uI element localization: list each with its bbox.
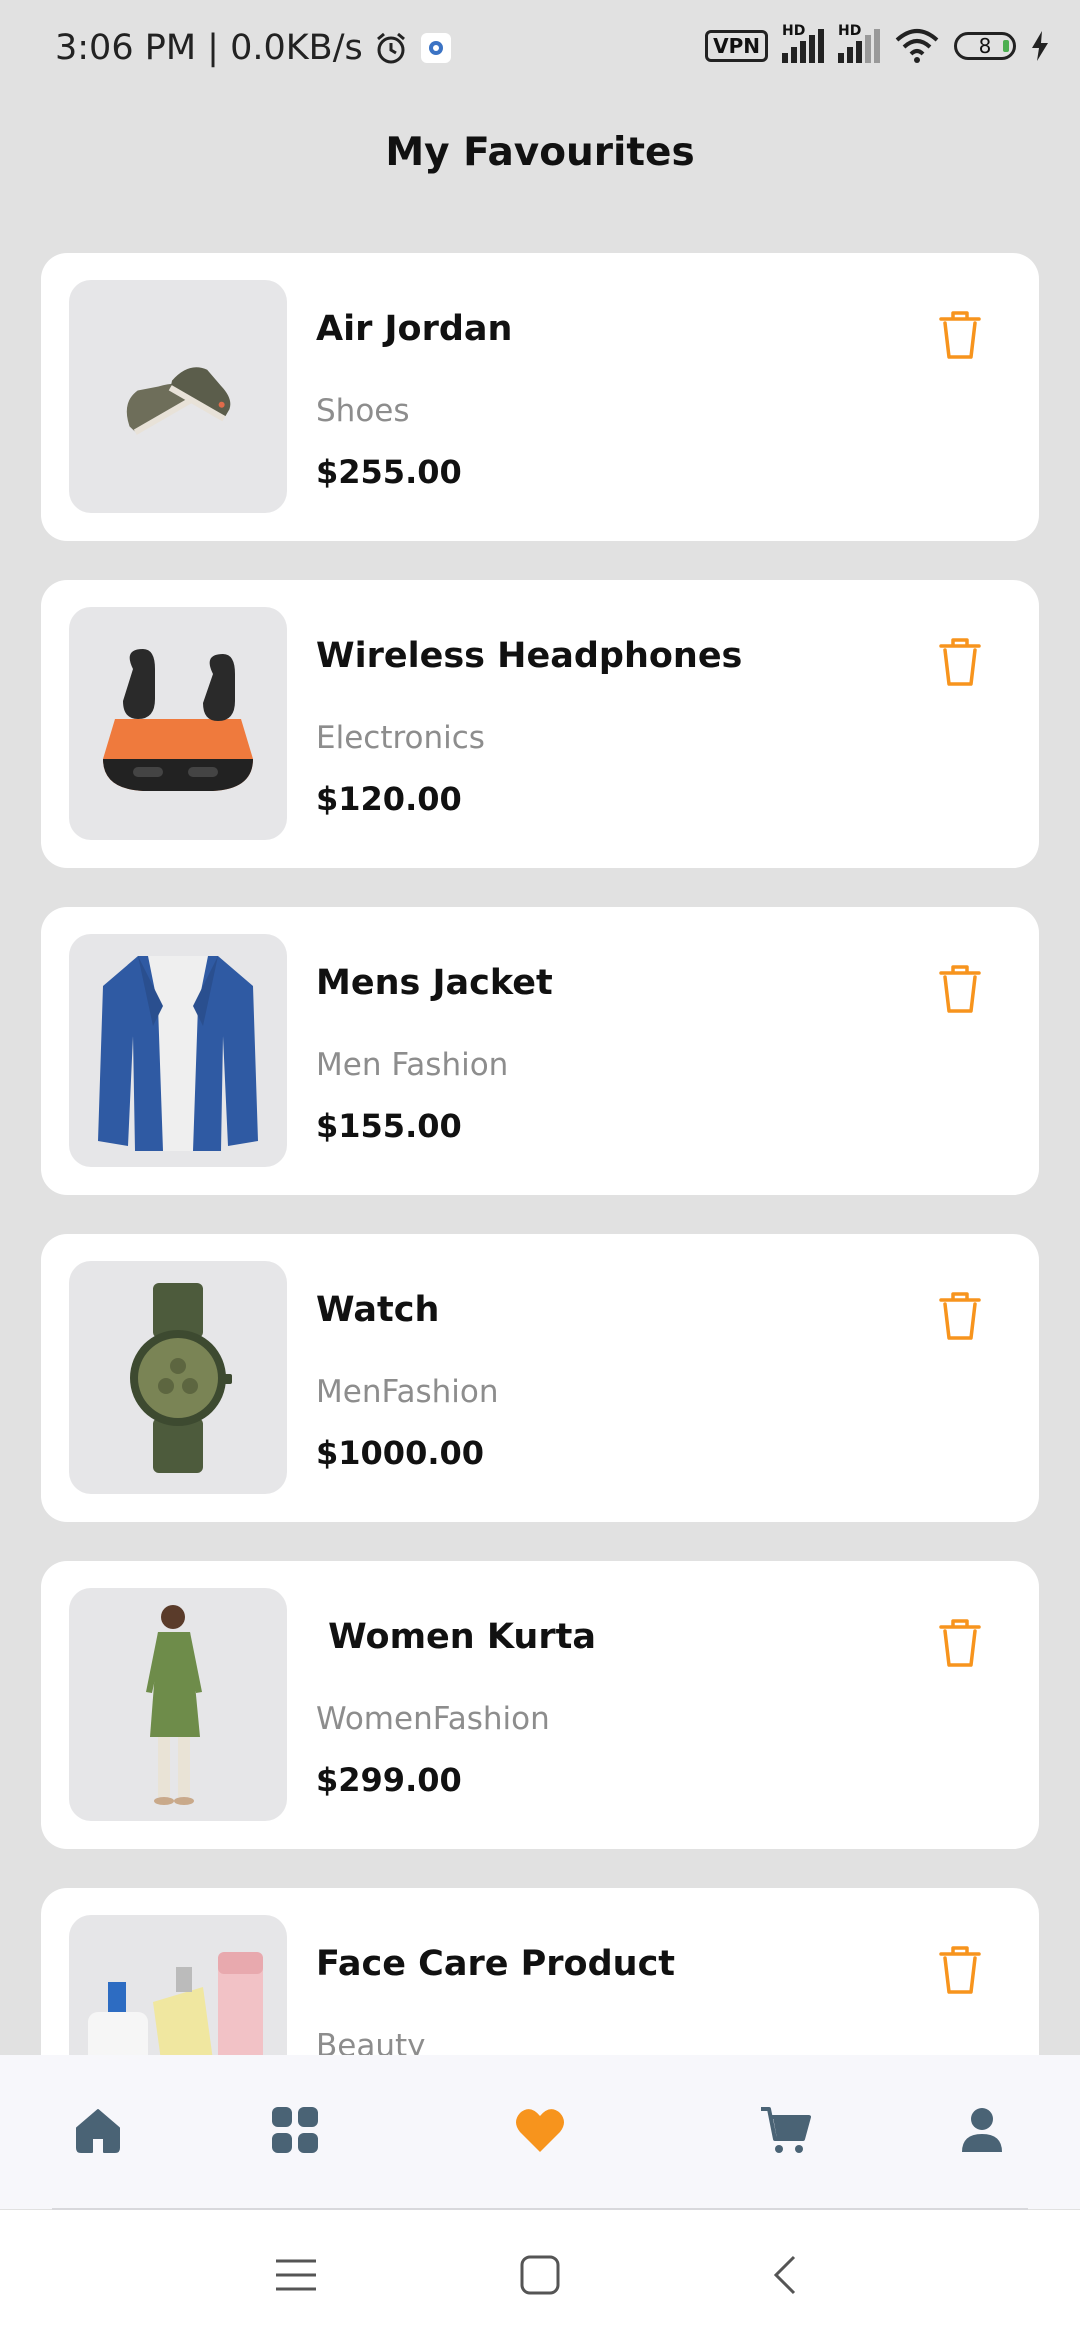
product-price: $155.00: [316, 1107, 462, 1145]
nav-home[interactable]: [68, 2100, 128, 2160]
product-name: Air Jordan: [316, 309, 513, 349]
product-name: Face Care Product: [316, 1944, 676, 1984]
bottom-nav: [0, 2055, 1080, 2209]
nav-cart[interactable]: [755, 2100, 815, 2160]
product-price: $120.00: [316, 780, 462, 818]
nav-categories[interactable]: [265, 2100, 325, 2160]
status-right: VPN HD HD 8: [705, 23, 1050, 64]
home-icon: [76, 2109, 120, 2153]
product-name: Watch: [316, 1290, 440, 1330]
charging-icon: [1032, 31, 1048, 61]
product-image: [69, 1261, 287, 1494]
favourite-card[interactable]: Mens Jacket Men Fashion $155.00: [41, 907, 1039, 1195]
trash-icon[interactable]: [936, 1944, 984, 1996]
favourite-card[interactable]: Air Jordan Shoes $255.00: [41, 253, 1039, 541]
product-image: [69, 607, 287, 840]
recent-apps-button[interactable]: [266, 2245, 326, 2305]
product-image: [69, 1588, 287, 1821]
heart-icon: [516, 2109, 564, 2152]
status-time: 3:06 PM | 0.0KB/s: [55, 28, 363, 68]
nav-favourites[interactable]: [510, 2100, 570, 2160]
product-price: $255.00: [316, 453, 462, 491]
kurta-image: [146, 1605, 202, 1805]
home-button[interactable]: [510, 2245, 570, 2305]
alarm-icon: [376, 32, 405, 64]
favourite-card[interactable]: Watch MenFashion $1000.00: [41, 1234, 1039, 1522]
status-bar: 3:06 PM | 0.0KB/s VPN HD HD 8: [0, 0, 1080, 100]
favourite-card[interactable]: Women Kurta WomenFashion $299.00: [41, 1561, 1039, 1849]
battery-icon: 8: [954, 32, 1016, 60]
product-name: Wireless Headphones: [316, 636, 743, 676]
trash-icon[interactable]: [936, 1290, 984, 1342]
status-left: 3:06 PM | 0.0KB/s: [55, 28, 453, 68]
product-image: [69, 934, 287, 1167]
favourite-card[interactable]: Wireless Headphones Electronics $120.00: [41, 580, 1039, 868]
product-name: Women Kurta: [316, 1617, 596, 1657]
system-nav-bar: [0, 2210, 1080, 2340]
signal-icon: HD: [838, 23, 880, 63]
earbuds-image: [103, 648, 253, 791]
jacket-image: [98, 955, 258, 1151]
product-image: [69, 280, 287, 513]
trash-icon[interactable]: [936, 963, 984, 1015]
trash-icon[interactable]: [936, 1617, 984, 1669]
square-icon: [520, 2255, 560, 2295]
signal-icon: HD: [782, 23, 824, 63]
trash-icon[interactable]: [936, 636, 984, 688]
product-price: $299.00: [316, 1761, 462, 1799]
nav-profile[interactable]: [952, 2100, 1012, 2160]
menu-icon: [276, 2259, 316, 2291]
product-category: Shoes: [316, 393, 410, 429]
product-name: Mens Jacket: [316, 963, 553, 1003]
sneakers-image: [126, 366, 231, 435]
product-category: Electronics: [316, 720, 485, 756]
page-title: My Favourites: [385, 130, 695, 175]
product-price: $1000.00: [316, 1434, 485, 1472]
back-button[interactable]: [755, 2245, 815, 2305]
vpn-indicator: VPN: [705, 30, 768, 62]
watch-image: [130, 1282, 232, 1473]
back-chevron-icon: [773, 2255, 796, 2295]
wifi-icon: [895, 29, 939, 63]
profile-icon: [962, 2108, 1002, 2152]
product-category: MenFashion: [316, 1374, 499, 1410]
app-notification-icon: [420, 33, 451, 63]
cart-icon: [761, 2107, 811, 2153]
grid-icon: [272, 2107, 318, 2153]
product-category: Men Fashion: [316, 1047, 509, 1083]
product-category: WomenFashion: [316, 1701, 550, 1737]
trash-icon[interactable]: [936, 309, 984, 361]
